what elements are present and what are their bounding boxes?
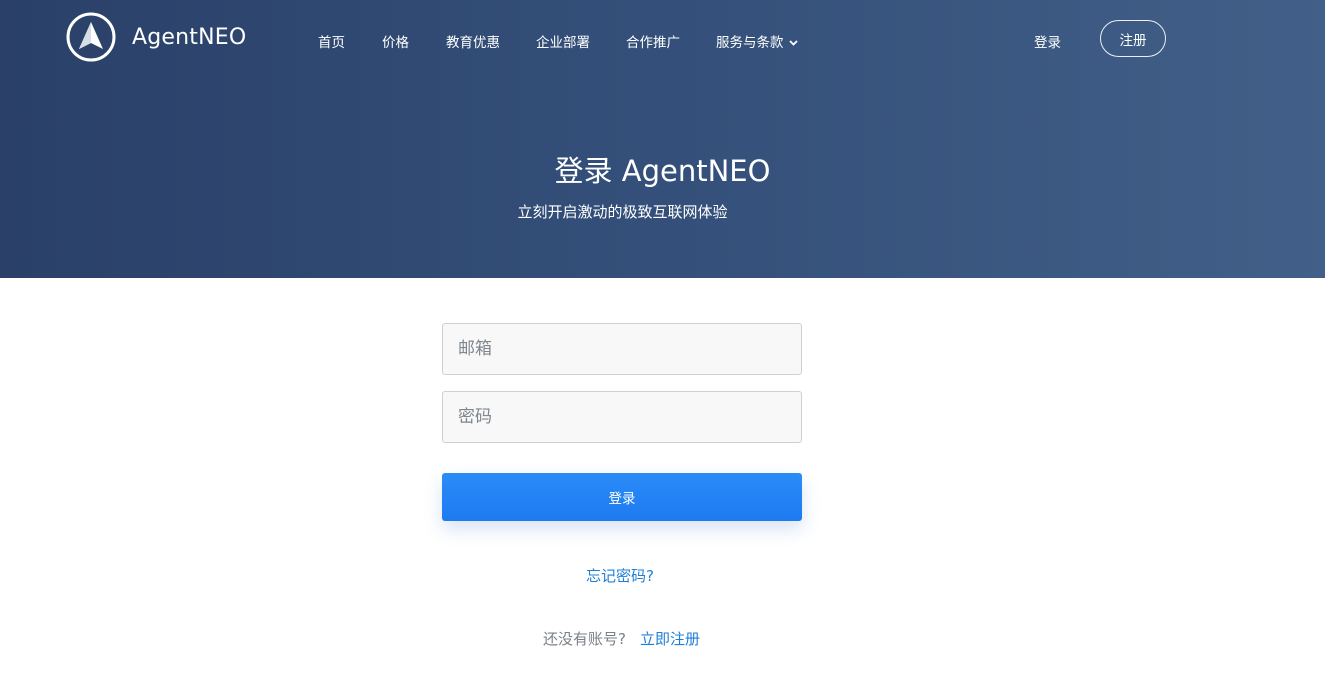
nav-item-education[interactable]: 教育优惠 xyxy=(446,31,500,51)
nav-item-terms[interactable]: 服务与条款 xyxy=(716,31,798,51)
password-field[interactable] xyxy=(442,391,802,443)
nav-item-terms-label: 服务与条款 xyxy=(716,35,784,51)
header-signup-button[interactable]: 注册 xyxy=(1100,20,1166,57)
forgot-password-link[interactable]: 忘记密码? xyxy=(0,565,1240,586)
hero-banner: AgentNEO 首页 价格 教育优惠 企业部署 合作推广 服务与条款 登录 注… xyxy=(0,0,1325,278)
page-title: 登录 AgentNEO xyxy=(554,154,771,188)
login-button[interactable]: 登录 xyxy=(442,473,802,521)
register-now-link[interactable]: 立即注册 xyxy=(640,630,700,648)
nav-item-enterprise[interactable]: 企业部署 xyxy=(536,31,590,51)
compass-arrow-icon xyxy=(66,12,116,62)
nav-item-home[interactable]: 首页 xyxy=(318,31,345,51)
no-account-text: 还没有账号? xyxy=(543,630,626,648)
header-login-link[interactable]: 登录 xyxy=(1034,31,1061,51)
register-prompt: 还没有账号? 立即注册 xyxy=(0,628,1243,649)
email-field[interactable] xyxy=(442,323,802,375)
nav-item-pricing[interactable]: 价格 xyxy=(382,31,409,51)
page-subtitle: 立刻开启激动的极致互联网体验 xyxy=(517,203,728,221)
nav-item-partner[interactable]: 合作推广 xyxy=(626,31,680,51)
brand-name: AgentNEO xyxy=(132,24,247,50)
chevron-down-icon xyxy=(788,40,798,46)
brand-logo[interactable]: AgentNEO xyxy=(66,12,246,62)
